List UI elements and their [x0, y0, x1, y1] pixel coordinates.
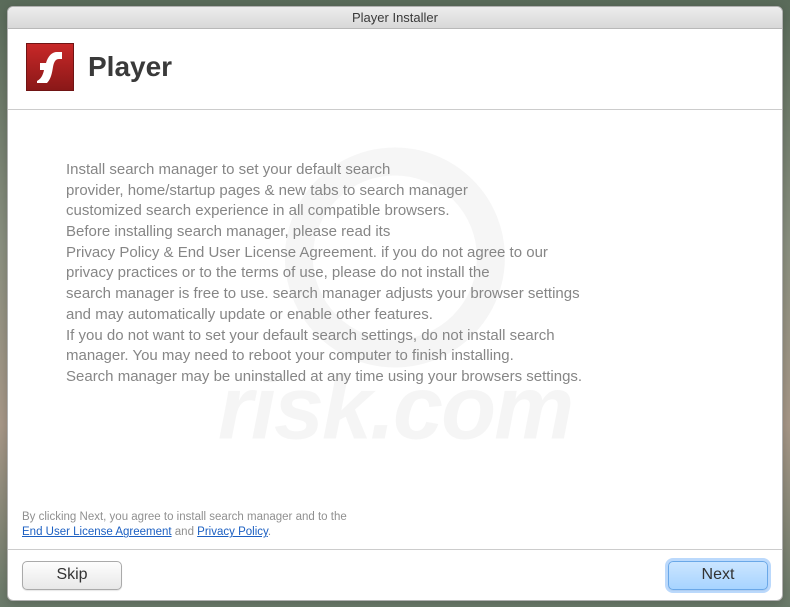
flash-icon — [26, 43, 74, 91]
header: Player — [8, 29, 782, 110]
body-line: and may automatically update or enable o… — [66, 305, 724, 326]
product-title: Player — [88, 51, 172, 83]
eula-link[interactable]: End User License Agreement — [22, 526, 172, 538]
body-line: customized search experience in all comp… — [66, 201, 724, 222]
body-line: manager. You may need to reboot your com… — [66, 346, 724, 367]
body-line: Before installing search manager, please… — [66, 222, 724, 243]
body-line: search manager is free to use. search ma… — [66, 284, 724, 305]
agreement-suffix: . — [268, 526, 271, 538]
body-line: Install search manager to set your defau… — [66, 160, 724, 181]
agreement-prefix: By clicking Next, you agree to install s… — [22, 511, 347, 523]
body-line: privacy practices or to the terms of use… — [66, 263, 724, 284]
footer: Skip Next — [8, 550, 782, 600]
installer-window: Player Installer Player Install search m… — [7, 6, 783, 601]
window-titlebar: Player Installer — [8, 7, 782, 29]
agreement-text: By clicking Next, you agree to install s… — [8, 510, 782, 550]
agreement-and: and — [172, 526, 198, 538]
next-button[interactable]: Next — [668, 561, 768, 590]
body-line: If you do not want to set your default s… — [66, 326, 724, 347]
privacy-link[interactable]: Privacy Policy — [197, 526, 268, 538]
body-line: Search manager may be uninstalled at any… — [66, 367, 724, 388]
window-title: Player Installer — [352, 10, 438, 25]
body-line: provider, home/startup pages & new tabs … — [66, 181, 724, 202]
body-line: Privacy Policy & End User License Agreem… — [66, 243, 724, 264]
skip-button[interactable]: Skip — [22, 561, 122, 590]
body-text: Install search manager to set your defau… — [8, 110, 782, 510]
